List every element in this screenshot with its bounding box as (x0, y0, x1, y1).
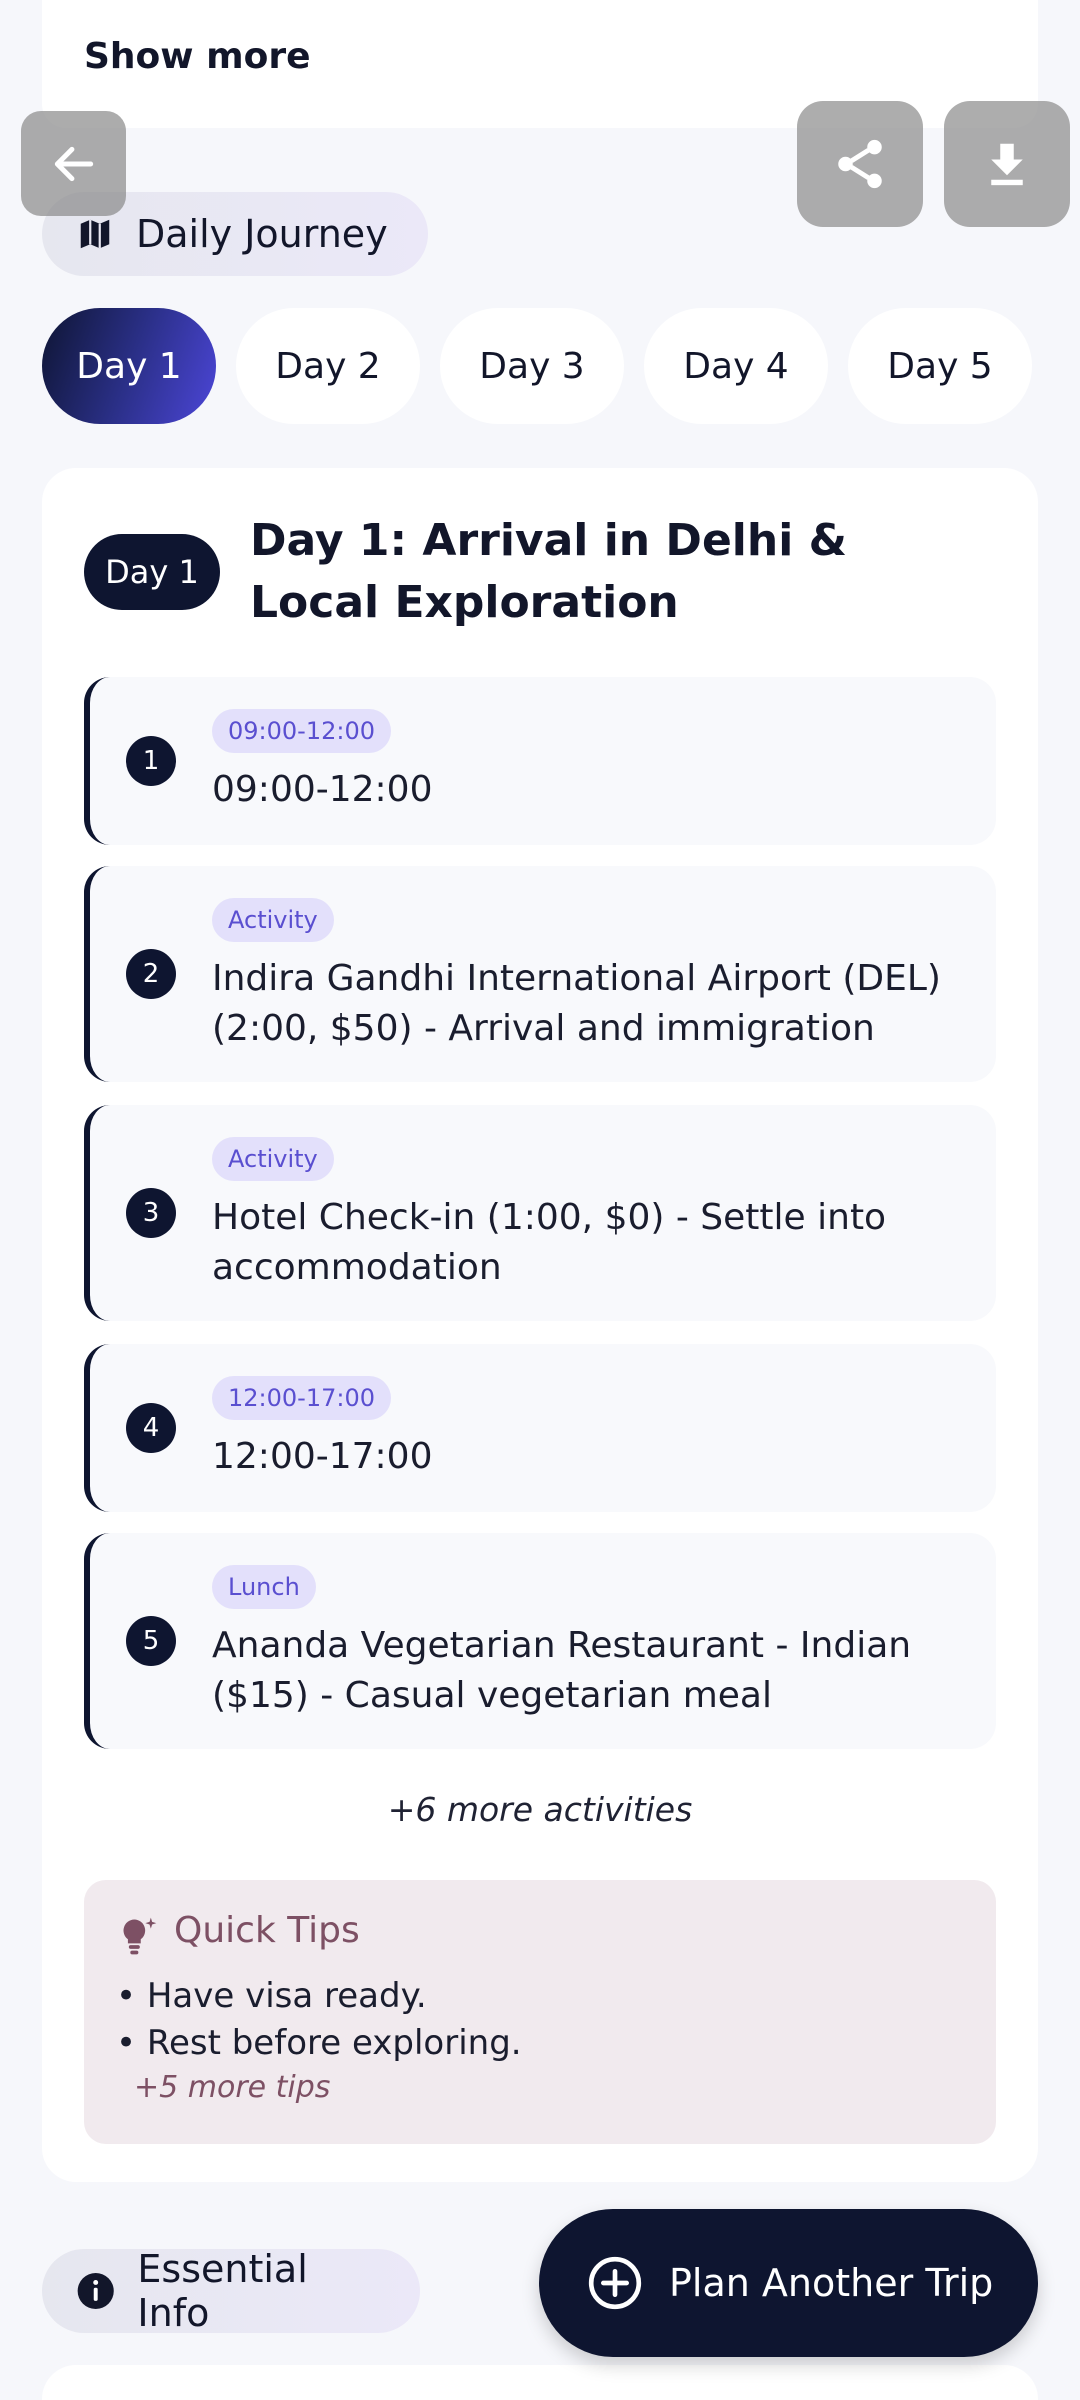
activity-number: 2 (126, 949, 176, 999)
activity-number: 4 (126, 1403, 176, 1453)
quick-tips-box: Quick Tips • Have visa ready. • Rest bef… (84, 1880, 996, 2144)
download-icon (991, 143, 1023, 186)
activity-text: 09:00-12:00 (212, 769, 433, 810)
arrow-left-icon (54, 146, 93, 181)
activity-number: 1 (126, 736, 176, 786)
tab-day-2[interactable]: Day 2 (236, 308, 420, 424)
more-tips-link[interactable]: +5 more tips (134, 2070, 330, 2105)
map-icon (80, 219, 110, 249)
tab-day-3[interactable]: Day 3 (440, 308, 624, 424)
activity-number: 5 (126, 1616, 176, 1666)
essential-info-card (42, 2365, 1038, 2400)
tab-day-5[interactable]: Day 5 (848, 308, 1032, 424)
activity-text: Hotel Check-in (1:00, $0) - Settle into … (212, 1197, 887, 1288)
essential-info-header: Essential Info (42, 2247, 420, 2335)
download-button[interactable] (944, 101, 1070, 227)
share-button[interactable] (797, 101, 923, 227)
activity-tag: Activity (212, 898, 334, 942)
tip-item: • Rest before exploring. (116, 2023, 522, 2063)
activity-item[interactable]: 3 Activity Hotel Check-in (1:00, $0) - S… (84, 1105, 996, 1321)
more-activities-link[interactable]: +6 more activities (42, 1790, 1038, 1829)
activity-tag: 12:00-17:00 (212, 1376, 391, 1420)
tab-day-4[interactable]: Day 4 (644, 308, 828, 424)
info-icon (77, 2272, 114, 2310)
activity-tag: Activity (212, 1137, 334, 1181)
activity-tag: 09:00-12:00 (212, 709, 391, 753)
daily-journey-label: Daily Journey (136, 212, 388, 256)
show-more-link[interactable]: Show more (84, 36, 311, 77)
activity-tag: Lunch (212, 1565, 316, 1609)
share-icon (838, 139, 882, 189)
lightbulb-icon (123, 1917, 157, 1955)
page: Show more Daily Journey Day 1 Day 2 Day … (0, 0, 1080, 2400)
activity-item[interactable]: 5 Lunch Ananda Vegetarian Restaurant - I… (84, 1533, 996, 1749)
back-button[interactable] (21, 111, 126, 216)
tip-item: • Have visa ready. (116, 1976, 427, 2016)
activity-item[interactable]: 1 09:00-12:00 09:00-12:00 (84, 677, 996, 845)
activity-item[interactable]: 4 12:00-17:00 12:00-17:00 (84, 1344, 996, 1512)
activity-item[interactable]: 2 Activity Indira Gandhi International A… (84, 866, 996, 1082)
activity-text: 12:00-17:00 (212, 1436, 433, 1477)
activity-text: Ananda Vegetarian Restaurant - Indian ($… (212, 1625, 912, 1716)
day-badge: Day 1 (84, 534, 220, 610)
quick-tips-title: Quick Tips (174, 1910, 360, 1951)
activity-number: 3 (126, 1188, 176, 1238)
plus-circle-icon (588, 2256, 642, 2310)
plan-another-trip-button[interactable]: Plan Another Trip (539, 2209, 1038, 2357)
activity-text: Indira Gandhi International Airport (DEL… (212, 958, 941, 1049)
plan-another-trip-label: Plan Another Trip (669, 2261, 994, 2305)
day-title: Day 1: Arrival in Delhi & Local Explorat… (250, 515, 847, 628)
tab-day-1[interactable]: Day 1 (42, 308, 216, 424)
essential-info-label: Essential Info (137, 2247, 308, 2335)
